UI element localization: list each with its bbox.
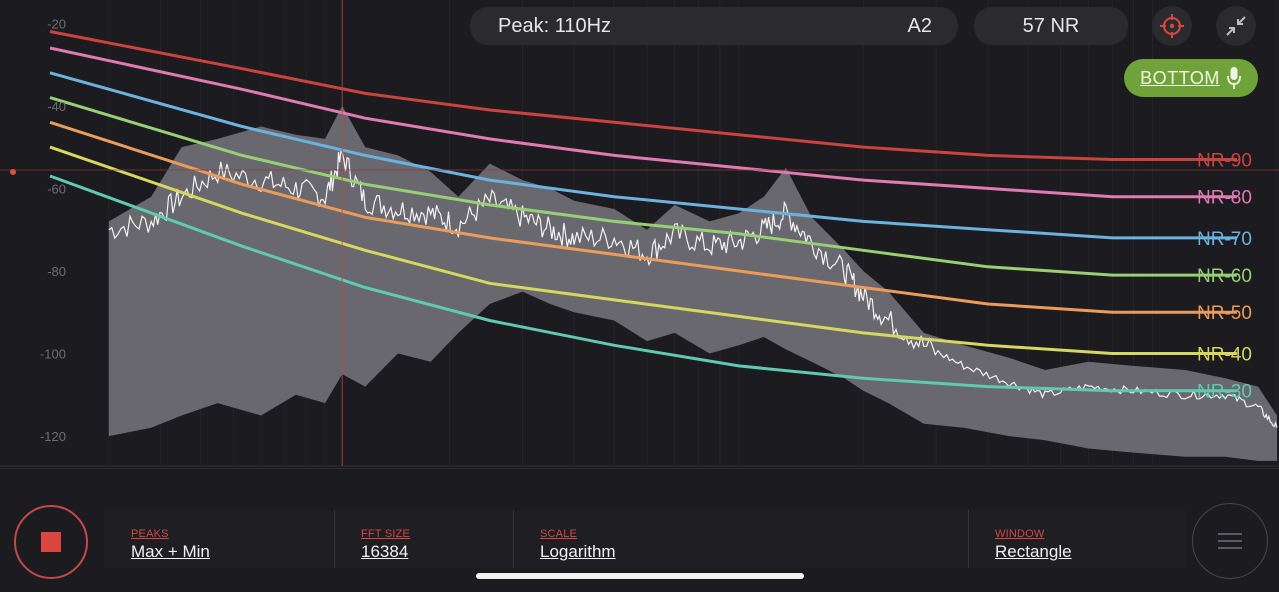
peak-frequency: Peak: 110Hz [498,14,612,37]
fft-size-value: 16384 [361,542,409,561]
spectrum-chart[interactable]: NR-90 NR-80 NR-70 NR-60 NR-50 NR-40 NR-30 -20 -4… [0,0,1279,468]
scale-label: SCALE [540,528,578,540]
microphone-icon [1226,67,1241,89]
y-tick-label: -20 [47,16,66,31]
nr-curve-label: NR-60 [1197,266,1252,287]
settings-divider [334,510,335,568]
hamburger-menu-icon [1218,533,1242,549]
nr-value: 57 NR [1022,14,1080,37]
collapse-arrows-icon [1226,16,1246,36]
collapse-button[interactable] [1216,6,1256,46]
bottom-label: BOTTOM [1140,67,1220,88]
fft-size-label: FFT SIZE [361,528,411,540]
nr-curve-label: NR-40 [1197,345,1252,366]
settings-divider [968,510,969,568]
nr-curve-label: NR-50 [1197,303,1252,324]
y-tick-label: -120 [40,429,66,444]
peaks-value: Max + Min [131,542,210,561]
stop-button[interactable] [14,505,88,579]
target-button[interactable] [1152,6,1192,46]
level-indicator-dot [10,169,16,175]
settings-divider [513,510,514,568]
nr-curve-label: NR-80 [1197,188,1252,209]
window-value: Rectangle [995,542,1072,561]
y-tick-label: -60 [47,181,66,196]
scale-setting[interactable]: SCALE Logarithm [540,510,616,568]
window-label: WINDOW [995,528,1045,540]
y-tick-label: -80 [47,264,66,279]
nr-curve-label: NR-70 [1197,229,1252,250]
y-tick-label: -40 [47,99,66,114]
y-tick-label: -100 [40,347,66,362]
crosshair-icon [1160,14,1184,38]
peak-note: A2 [907,14,932,37]
home-indicator [476,573,804,579]
peaks-setting[interactable]: PEAKS Max + Min [131,510,210,568]
scale-value: Logarithm [540,542,616,561]
peaks-label: PEAKS [131,528,169,540]
menu-button[interactable] [1192,503,1268,579]
stop-icon [41,532,61,552]
nr-curve-label: NR-30 [1197,382,1252,403]
fft-size-setting[interactable]: FFT SIZE 16384 [361,510,410,568]
peak-readout: Peak: 110Hz A2 [470,7,958,45]
nr-curve-label: NR-90 [1197,151,1252,172]
window-setting[interactable]: WINDOW Rectangle [995,510,1072,568]
nr-readout: 57 NR [974,7,1128,45]
bottom-mic-button[interactable]: BOTTOM [1124,59,1258,97]
